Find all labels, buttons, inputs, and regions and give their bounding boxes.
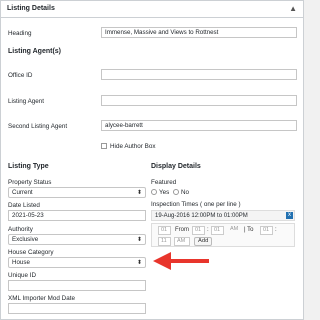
year-input[interactable]: 11 xyxy=(158,237,171,246)
date-listed-label: Date Listed xyxy=(8,202,40,209)
listing-type-title: Listing Type xyxy=(8,163,49,170)
unique-id-label: Unique ID xyxy=(8,272,37,279)
to-hour-input[interactable]: 01 xyxy=(260,226,273,235)
select-arrows-icon: ⬍ xyxy=(136,260,142,266)
annotation-arrow-icon xyxy=(153,252,209,270)
property-status-select[interactable]: Current ⬍ xyxy=(8,187,146,198)
from-colon: : xyxy=(207,227,209,233)
xml-mod-date-label: XML Importer Mod Date xyxy=(8,295,75,302)
to-label: | To xyxy=(244,227,254,233)
inspection-time-text: 19-Aug-2016 12:00PM to 01:00PM xyxy=(155,213,248,219)
office-id-input[interactable] xyxy=(101,69,297,80)
featured-label: Featured xyxy=(151,179,177,186)
heading-input[interactable]: Immense, Massive and Views to Rottnest xyxy=(101,27,297,38)
from-label: From xyxy=(175,227,189,233)
remove-inspection-icon[interactable]: x xyxy=(286,212,293,219)
day-input[interactable]: 01 xyxy=(158,226,171,235)
xml-mod-date-input[interactable] xyxy=(8,303,146,314)
property-status-label: Property Status xyxy=(8,179,52,186)
panel-header[interactable]: Listing Details ▲ xyxy=(1,1,303,18)
inspection-time-entry: 19-Aug-2016 12:00PM to 01:00PM x xyxy=(151,210,295,221)
house-category-value: House xyxy=(12,259,30,266)
featured-no-label: No xyxy=(181,189,190,196)
hide-author-checkbox[interactable] xyxy=(101,143,107,149)
office-id-label: Office ID xyxy=(8,72,33,79)
unique-id-input[interactable] xyxy=(8,280,146,291)
heading-label: Heading xyxy=(8,30,32,37)
from-ampm[interactable]: AM xyxy=(228,226,242,235)
add-inspection-button[interactable]: Add xyxy=(194,237,213,246)
select-arrows-icon: ⬍ xyxy=(136,190,142,196)
date-listed-input[interactable]: 2021-05-23 xyxy=(8,210,146,221)
inspection-add-form: 01 From 01 : 01 AM | To 01 : 11 AM Add xyxy=(151,223,295,247)
hide-author-label: Hide Author Box xyxy=(110,143,156,150)
listing-agents-title: Listing Agent(s) xyxy=(8,48,62,55)
collapse-toggle-icon[interactable]: ▲ xyxy=(289,4,297,13)
to-ampm-select[interactable]: AM xyxy=(174,237,190,246)
second-agent-input[interactable]: alycee-barrett xyxy=(101,120,297,131)
inspection-times-label: Inspection Times ( one per line ) xyxy=(151,201,241,208)
property-status-value: Current xyxy=(12,189,33,196)
listing-details-panel: Listing Details ▲ Heading Immense, Massi… xyxy=(0,0,304,320)
to-colon: : xyxy=(275,227,277,233)
display-details-title: Display Details xyxy=(151,163,201,170)
listing-agent-input[interactable] xyxy=(101,95,297,106)
house-category-label: House Category xyxy=(8,249,54,256)
from-minute-input[interactable]: 01 xyxy=(211,226,224,235)
featured-yes-label: Yes xyxy=(159,189,170,196)
listing-agent-label: Listing Agent xyxy=(8,98,45,105)
house-category-select[interactable]: House ⬍ xyxy=(8,257,146,268)
select-arrows-icon: ⬍ xyxy=(136,237,142,243)
authority-value: Exclusive xyxy=(12,236,39,243)
authority-select[interactable]: Exclusive ⬍ xyxy=(8,234,146,245)
from-hour-input[interactable]: 01 xyxy=(192,226,205,235)
panel-title: Listing Details xyxy=(7,5,55,12)
featured-no-radio[interactable] xyxy=(173,189,179,195)
authority-label: Authority xyxy=(8,226,33,233)
second-agent-label: Second Listing Agent xyxy=(8,123,68,130)
featured-yes-radio[interactable] xyxy=(151,189,157,195)
